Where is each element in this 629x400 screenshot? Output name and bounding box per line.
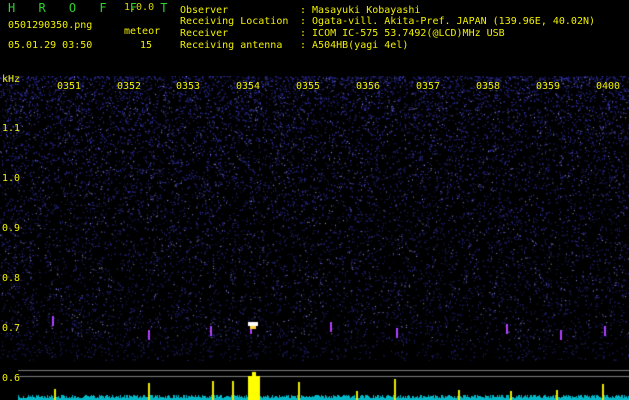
x-tick-0353: 0353 bbox=[176, 81, 201, 92]
meteor-count: 15 bbox=[140, 40, 153, 51]
y-tick-0-7: 0.7 bbox=[2, 323, 21, 334]
info-value-antenna: : A504HB(yagi 4el) bbox=[300, 40, 409, 51]
app-version: 1.0.0 bbox=[124, 2, 155, 13]
info-value-location: : Ogata-vill. Akita-Pref. JAPAN (139.96E… bbox=[300, 16, 596, 27]
y-axis-unit: kHz bbox=[2, 74, 21, 85]
info-key-observer: Observer bbox=[180, 5, 229, 16]
filename-label: 0501290350.png bbox=[8, 20, 93, 31]
info-key-antenna: Receiving antenna bbox=[180, 40, 283, 51]
info-key-location: Receiving Location bbox=[180, 16, 289, 27]
x-tick-0357: 0357 bbox=[416, 81, 441, 92]
y-tick-0-6: 0.6 bbox=[2, 373, 21, 384]
info-value-receiver: : ICOM IC-575 53.7492(@LCD)MHz USB bbox=[300, 28, 505, 39]
meteor-label: meteor bbox=[124, 26, 161, 37]
x-tick-0355: 0355 bbox=[296, 81, 321, 92]
y-tick-1-0: 1.0 bbox=[2, 173, 21, 184]
x-tick-0352: 0352 bbox=[117, 81, 142, 92]
datetime-label: 05.01.29 03:50 bbox=[8, 40, 93, 51]
x-tick-0356: 0356 bbox=[356, 81, 381, 92]
y-tick-1-1: 1.1 bbox=[2, 123, 21, 134]
x-tick-0351: 0351 bbox=[57, 81, 82, 92]
spectrogram-canvas bbox=[0, 76, 629, 400]
info-value-observer: : Masayuki Kobayashi bbox=[300, 5, 421, 16]
info-key-receiver: Receiver bbox=[180, 28, 229, 39]
x-tick-0354: 0354 bbox=[236, 81, 261, 92]
x-tick-0359: 0359 bbox=[536, 81, 561, 92]
x-tick-0358: 0358 bbox=[476, 81, 501, 92]
y-tick-0-8: 0.8 bbox=[2, 273, 21, 284]
x-tick-0400: 0400 bbox=[596, 81, 621, 92]
y-tick-0-9: 0.9 bbox=[2, 223, 21, 234]
